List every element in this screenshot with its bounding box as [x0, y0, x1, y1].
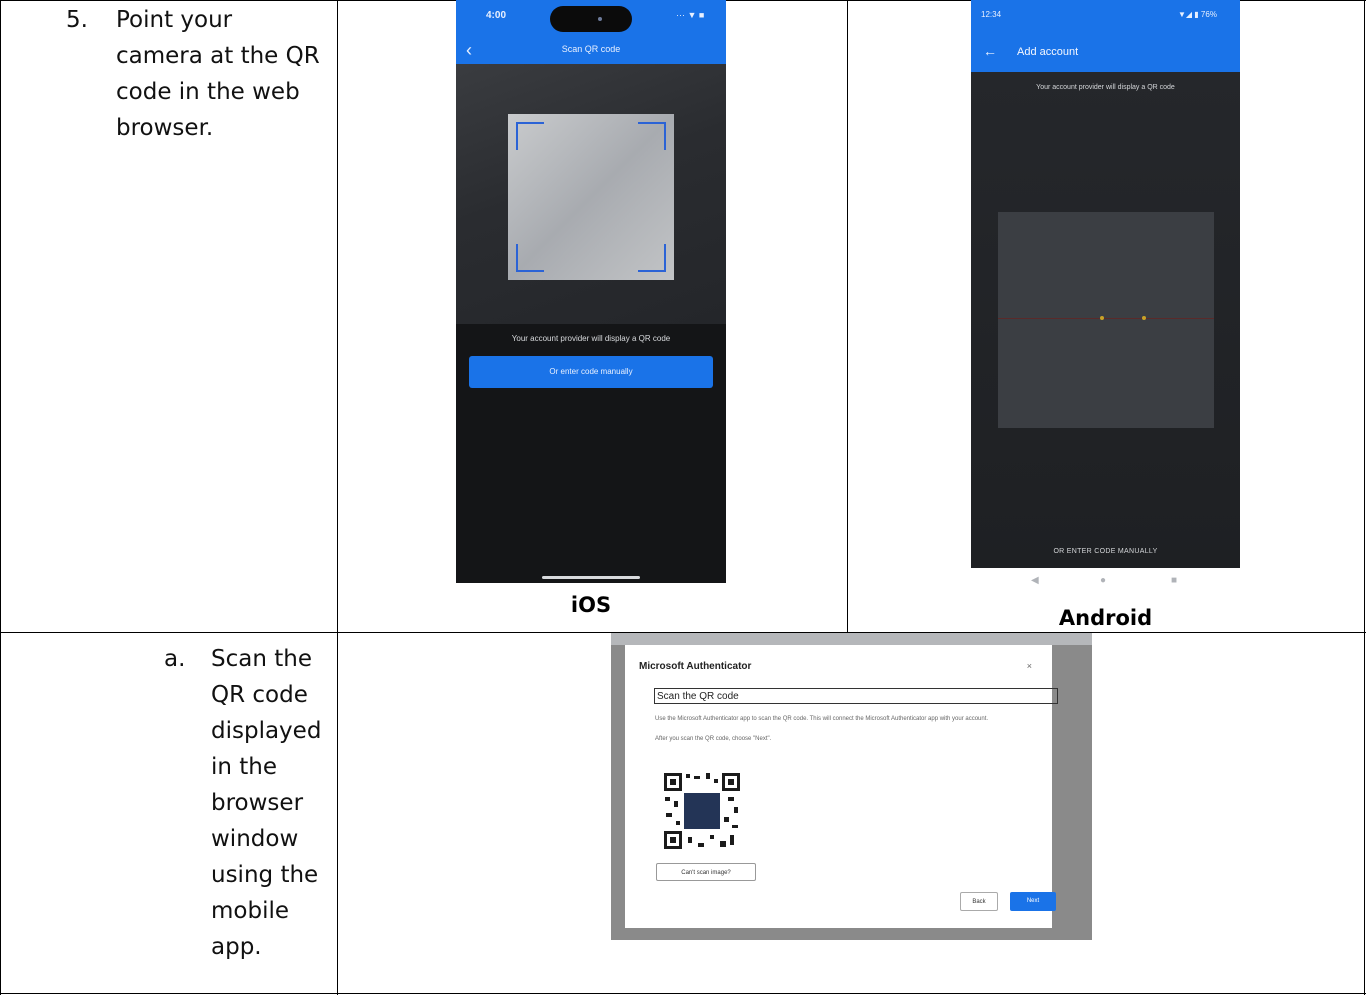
ios-lower-panel: Your account provider will display a QR …	[456, 324, 726, 583]
qr-viewfinder	[508, 114, 674, 280]
ios-screen-title: Scan QR code	[561, 44, 621, 54]
step-5-number: 5.	[66, 7, 88, 33]
step-5-line-4: browser.	[116, 115, 214, 141]
step-a-line-6: window	[211, 826, 299, 852]
step-a-line-5: browser	[211, 790, 304, 816]
ios-caption: iOS	[570, 593, 612, 617]
step-a-line-1: Scan the	[211, 646, 312, 672]
qr-code-image	[662, 771, 742, 851]
scan-qr-heading-field[interactable]: Scan the QR code	[654, 688, 1058, 704]
step-a-line-8: mobile	[211, 898, 290, 924]
nav-back-icon[interactable]: ◀	[1031, 575, 1039, 586]
enter-code-manually-link[interactable]: OR ENTER CODE MANUALLY	[971, 548, 1240, 555]
table-border-inner-divider	[847, 0, 848, 632]
android-status-time: 12:34	[981, 10, 1002, 19]
viewfinder-corner-icon	[516, 122, 544, 150]
dynamic-island	[550, 6, 632, 32]
dialog-title: Microsoft Authenticator	[639, 661, 752, 672]
close-icon[interactable]: ×	[1027, 661, 1032, 671]
viewfinder-corner-icon	[516, 244, 544, 272]
back-button[interactable]: Back	[960, 892, 998, 911]
ios-status-time: 4:00	[486, 10, 507, 21]
ios-prompt-text: Your account provider will display a QR …	[511, 334, 671, 343]
android-status-bar: 12:34 ▼◢ ▮ 76%	[971, 0, 1240, 32]
cant-scan-image-button[interactable]: Can't scan image?	[656, 863, 756, 881]
authenticator-dialog: Microsoft Authenticator × Scan the QR co…	[625, 645, 1058, 928]
ios-nav-bar: ‹ Scan QR code	[456, 36, 726, 64]
android-nav-bar: ◀ ● ■	[971, 568, 1240, 600]
android-scan-screenshot: 12:34 ▼◢ ▮ 76% ← Add account Your accoun…	[971, 0, 1240, 600]
android-screen-title: Add account	[1017, 46, 1079, 58]
android-camera-view: Your account provider will display a QR …	[971, 72, 1240, 568]
ios-scan-screenshot: 4:00 ··· ▼ ■ ‹ Scan QR code Your account…	[456, 0, 726, 583]
table-border-left	[0, 0, 1, 995]
ios-status-icons: ··· ▼ ■	[676, 10, 705, 20]
android-app-bar: ← Add account	[971, 32, 1240, 72]
step-a-line-4: in the	[211, 754, 278, 780]
step-a-line-3: displayed	[211, 718, 322, 744]
nav-recents-icon[interactable]: ■	[1171, 575, 1177, 586]
dialog-instructions: Use the Microsoft Authenticator app to s…	[655, 716, 989, 722]
qr-viewfinder	[998, 212, 1214, 428]
step-5-line-1: Point your	[116, 7, 233, 33]
ios-camera-view	[456, 64, 726, 324]
ios-status-bar: 4:00 ··· ▼ ■	[456, 0, 726, 36]
dialog-after-scan-text: After you scan the QR code, choose "Next…	[655, 736, 772, 742]
scan-line	[998, 318, 1214, 319]
table-border-col-divider	[337, 0, 338, 995]
step-a-line-9: app.	[211, 934, 262, 960]
viewfinder-corner-icon	[638, 122, 666, 150]
instruction-table: 5. Point your camera at the QR code in t…	[0, 0, 1366, 995]
table-border-right	[1364, 0, 1365, 995]
home-indicator[interactable]	[542, 576, 640, 579]
table-border-bottom	[0, 993, 1366, 994]
step-a-line-2: QR code	[211, 682, 308, 708]
back-arrow-icon[interactable]: ←	[983, 43, 997, 59]
step-5-line-3: code in the web	[116, 79, 300, 105]
browser-top-strip	[611, 633, 1092, 645]
focus-dot-icon	[1142, 316, 1146, 320]
next-button[interactable]: Next	[1010, 892, 1056, 911]
android-status-icons: ▼◢ ▮ 76%	[1178, 10, 1217, 19]
step-a-line-7: using the	[211, 862, 319, 888]
step-5-line-2: camera at the QR	[116, 43, 320, 69]
enter-code-manually-button[interactable]: Or enter code manually	[469, 356, 713, 388]
android-caption: Android	[1058, 606, 1153, 630]
step-a-letter: a.	[164, 646, 186, 672]
nav-home-icon[interactable]: ●	[1100, 575, 1106, 586]
viewfinder-corner-icon	[638, 244, 666, 272]
camera-dot-icon	[598, 17, 602, 21]
android-prompt-text: Your account provider will display a QR …	[1036, 84, 1175, 91]
focus-dot-icon	[1100, 316, 1104, 320]
